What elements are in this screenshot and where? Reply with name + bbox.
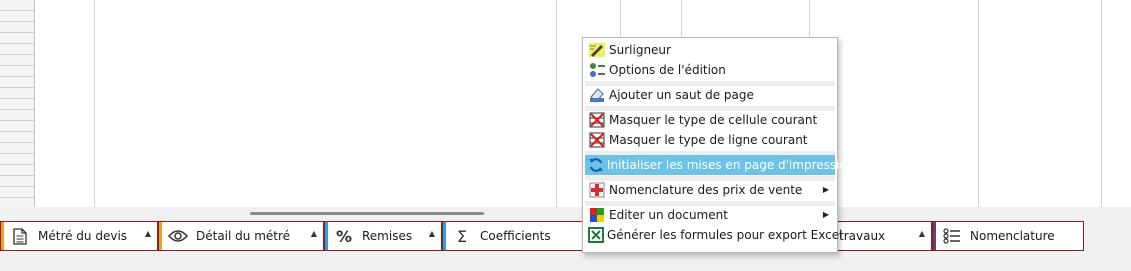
refresh-icon [588, 157, 604, 173]
menu-item-label: Nomenclature des prix de vente [609, 183, 803, 197]
menu-item-label: Générer les formules pour export Excel [607, 228, 843, 242]
hide-cell-type-icon [588, 112, 606, 128]
context-menu: Surligneur Options de l'édition Ajouter … [582, 37, 854, 253]
tab-accent [933, 222, 936, 250]
menu-item-nomenclature-prix[interactable]: Nomenclature des prix de vente ▶ [585, 180, 835, 200]
tab-metre-du-devis[interactable]: Métré du devis ▲ [0, 221, 158, 251]
menu-item-initialiser-mises-en-page[interactable]: Initialiser les mises en page d'impressi… [585, 155, 854, 175]
row-header-column[interactable] [0, 0, 35, 207]
tab-remises[interactable]: % Remises ▲ [324, 221, 442, 251]
page-break-icon [588, 87, 606, 103]
tab-accent [443, 222, 446, 250]
scrollbar-thumb[interactable] [250, 212, 484, 215]
tab-accent [159, 222, 162, 250]
menu-item-options-edition[interactable]: Options de l'édition [585, 60, 835, 80]
caret-up-icon[interactable]: ▲ [919, 229, 925, 238]
tab-detail-du-metre[interactable]: Détail du métré ▲ [158, 221, 324, 251]
tab-coefficients[interactable]: Σ Coefficients [442, 221, 584, 251]
menu-item-editer-document[interactable]: Editer un document ▶ [585, 205, 835, 225]
tab-label: Métré du devis [38, 229, 128, 243]
menu-item-label: Editer un document [609, 208, 728, 222]
hide-row-type-icon [588, 132, 606, 148]
menu-item-label: Masquer le type de cellule courant [609, 113, 818, 127]
column-divider [94, 0, 95, 207]
tab-label: Remises [362, 229, 413, 243]
sigma-icon: Σ [456, 226, 468, 246]
percent-icon: % [335, 226, 353, 246]
column-divider [1101, 0, 1102, 207]
status-strip [0, 253, 1131, 271]
spreadsheet-grid[interactable] [0, 0, 1131, 207]
menu-item-masquer-ligne[interactable]: Masquer le type de ligne courant [585, 130, 835, 150]
tab-travaux[interactable]: travaux ▲ [836, 221, 932, 251]
column-divider [978, 0, 979, 207]
tab-accent [1, 222, 4, 250]
menu-item-label: Ajouter un saut de page [609, 88, 754, 102]
submenu-arrow-icon: ▶ [822, 185, 829, 194]
menu-item-label: Options de l'édition [609, 63, 726, 77]
price-nomenclature-icon [588, 182, 606, 198]
menu-item-label: Initialiser les mises en page d'impressi… [607, 158, 855, 172]
list-icon [942, 228, 962, 244]
menu-item-label: Surligneur [609, 43, 671, 57]
caret-up-icon[interactable]: ▲ [429, 229, 435, 238]
excel-icon [588, 227, 604, 243]
sheet-tab-bar: Métré du devis ▲ Détail du métré ▲ % Rem… [0, 221, 1131, 253]
tab-label: Nomenclature [970, 229, 1055, 243]
caret-up-icon[interactable]: ▲ [145, 229, 151, 238]
edit-options-icon [588, 62, 606, 78]
document-icon [588, 207, 606, 223]
tab-label: Détail du métré [196, 229, 291, 243]
tab-label: travaux [839, 229, 886, 243]
caret-up-icon[interactable]: ▲ [311, 229, 317, 238]
column-divider [556, 0, 557, 207]
highlighter-icon [588, 42, 606, 58]
tab-accent [325, 222, 328, 250]
menu-item-generer-formules[interactable]: Générer les formules pour export Excel [585, 225, 842, 245]
tab-label: Coefficients [480, 229, 551, 243]
menu-item-label: Masquer le type de ligne courant [609, 133, 808, 147]
document-icon [10, 227, 30, 245]
submenu-arrow-icon: ▶ [822, 210, 829, 219]
horizontal-scrollbar[interactable] [0, 207, 1131, 221]
menu-item-saut-de-page[interactable]: Ajouter un saut de page [585, 85, 835, 105]
eye-icon [168, 229, 188, 243]
menu-item-masquer-cellule[interactable]: Masquer le type de cellule courant [585, 110, 835, 130]
menu-item-surligneur[interactable]: Surligneur [585, 40, 835, 60]
tab-nomenclature[interactable]: Nomenclature [932, 221, 1084, 251]
